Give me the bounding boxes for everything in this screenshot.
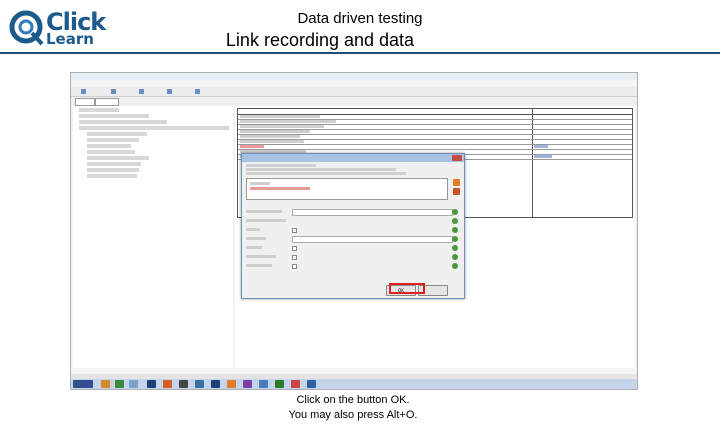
- action-text-box[interactable]: [246, 178, 448, 200]
- toolbar-icon[interactable]: [139, 89, 144, 94]
- field-row: [246, 226, 460, 234]
- taskbar-app-icon[interactable]: [129, 380, 138, 388]
- taskbar-app-icon[interactable]: [291, 380, 300, 388]
- instruction-line-2: You may also press Alt+O.: [288, 409, 418, 421]
- toolbar-icon[interactable]: [81, 89, 86, 94]
- go-icon[interactable]: [452, 209, 458, 215]
- app-toolbar: [71, 87, 637, 97]
- slide-title: Data driven testing: [297, 10, 423, 27]
- checkbox[interactable]: [292, 246, 297, 251]
- checkbox[interactable]: [292, 255, 297, 260]
- toolbar-icon[interactable]: [111, 89, 116, 94]
- taskbar-app-icon[interactable]: [243, 380, 252, 388]
- taskbar-app-icon[interactable]: [115, 380, 124, 388]
- checkbox[interactable]: [292, 264, 297, 269]
- field-row: [246, 235, 460, 243]
- tree-item[interactable]: [79, 126, 229, 130]
- taskbar-app-icon[interactable]: [179, 380, 188, 388]
- tab-properties[interactable]: [95, 98, 119, 106]
- tree-item[interactable]: [87, 162, 141, 166]
- field-row: [246, 244, 460, 252]
- app-screenshot: OK: [70, 72, 638, 390]
- taskbar-app-icon[interactable]: [147, 380, 156, 388]
- start-button-icon[interactable]: [73, 380, 93, 388]
- go-icon[interactable]: [452, 236, 458, 242]
- field-input[interactable]: [292, 209, 453, 216]
- tree-item[interactable]: [87, 174, 137, 178]
- taskbar-app-icon[interactable]: [227, 380, 236, 388]
- tree-item[interactable]: [87, 144, 131, 148]
- tree-item[interactable]: [87, 168, 139, 172]
- taskbar-app-icon[interactable]: [275, 380, 284, 388]
- taskbar-app-icon[interactable]: [259, 380, 268, 388]
- go-icon[interactable]: [452, 245, 458, 251]
- field-input[interactable]: [292, 236, 453, 243]
- dialog-info-text: [246, 164, 460, 176]
- windows-taskbar: [71, 379, 637, 389]
- go-icon[interactable]: [452, 263, 458, 269]
- tree-item[interactable]: [87, 132, 147, 136]
- app-tab-strip: [71, 97, 637, 106]
- tree-item[interactable]: [79, 108, 119, 112]
- dialog-title-bar: [242, 154, 464, 162]
- action-properties-dialog: OK: [241, 153, 465, 299]
- instruction-line-1: Click on the button OK.: [296, 394, 410, 406]
- edit-icon[interactable]: [453, 179, 460, 186]
- go-icon[interactable]: [452, 218, 458, 224]
- close-icon[interactable]: [452, 155, 462, 161]
- go-icon[interactable]: [452, 254, 458, 260]
- edit-icon[interactable]: [453, 188, 460, 195]
- checkbox[interactable]: [292, 228, 297, 233]
- toolbar-icon[interactable]: [195, 89, 200, 94]
- tree-item[interactable]: [79, 114, 149, 118]
- go-icon[interactable]: [452, 227, 458, 233]
- recording-tree-pane: [73, 106, 233, 368]
- taskbar-app-icon[interactable]: [101, 380, 110, 388]
- app-title-bar: [71, 73, 637, 80]
- tree-item[interactable]: [79, 120, 167, 124]
- header-rule: [0, 52, 720, 54]
- tree-item[interactable]: [87, 138, 139, 142]
- tree-item[interactable]: [87, 150, 135, 154]
- app-menu-bar: [71, 80, 637, 87]
- tree-item[interactable]: [87, 156, 149, 160]
- taskbar-app-icon[interactable]: [163, 380, 172, 388]
- field-row: [246, 208, 460, 216]
- ok-button-highlight: [389, 283, 425, 294]
- taskbar-app-icon[interactable]: [195, 380, 204, 388]
- field-row: [246, 253, 460, 261]
- taskbar-app-icon[interactable]: [211, 380, 220, 388]
- toolbar-icon[interactable]: [167, 89, 172, 94]
- slide-subtitle: Link recording and data: [225, 30, 415, 50]
- taskbar-app-icon[interactable]: [307, 380, 316, 388]
- field-row: [246, 217, 460, 225]
- field-row: [246, 262, 460, 270]
- tab-recordings[interactable]: [75, 98, 95, 106]
